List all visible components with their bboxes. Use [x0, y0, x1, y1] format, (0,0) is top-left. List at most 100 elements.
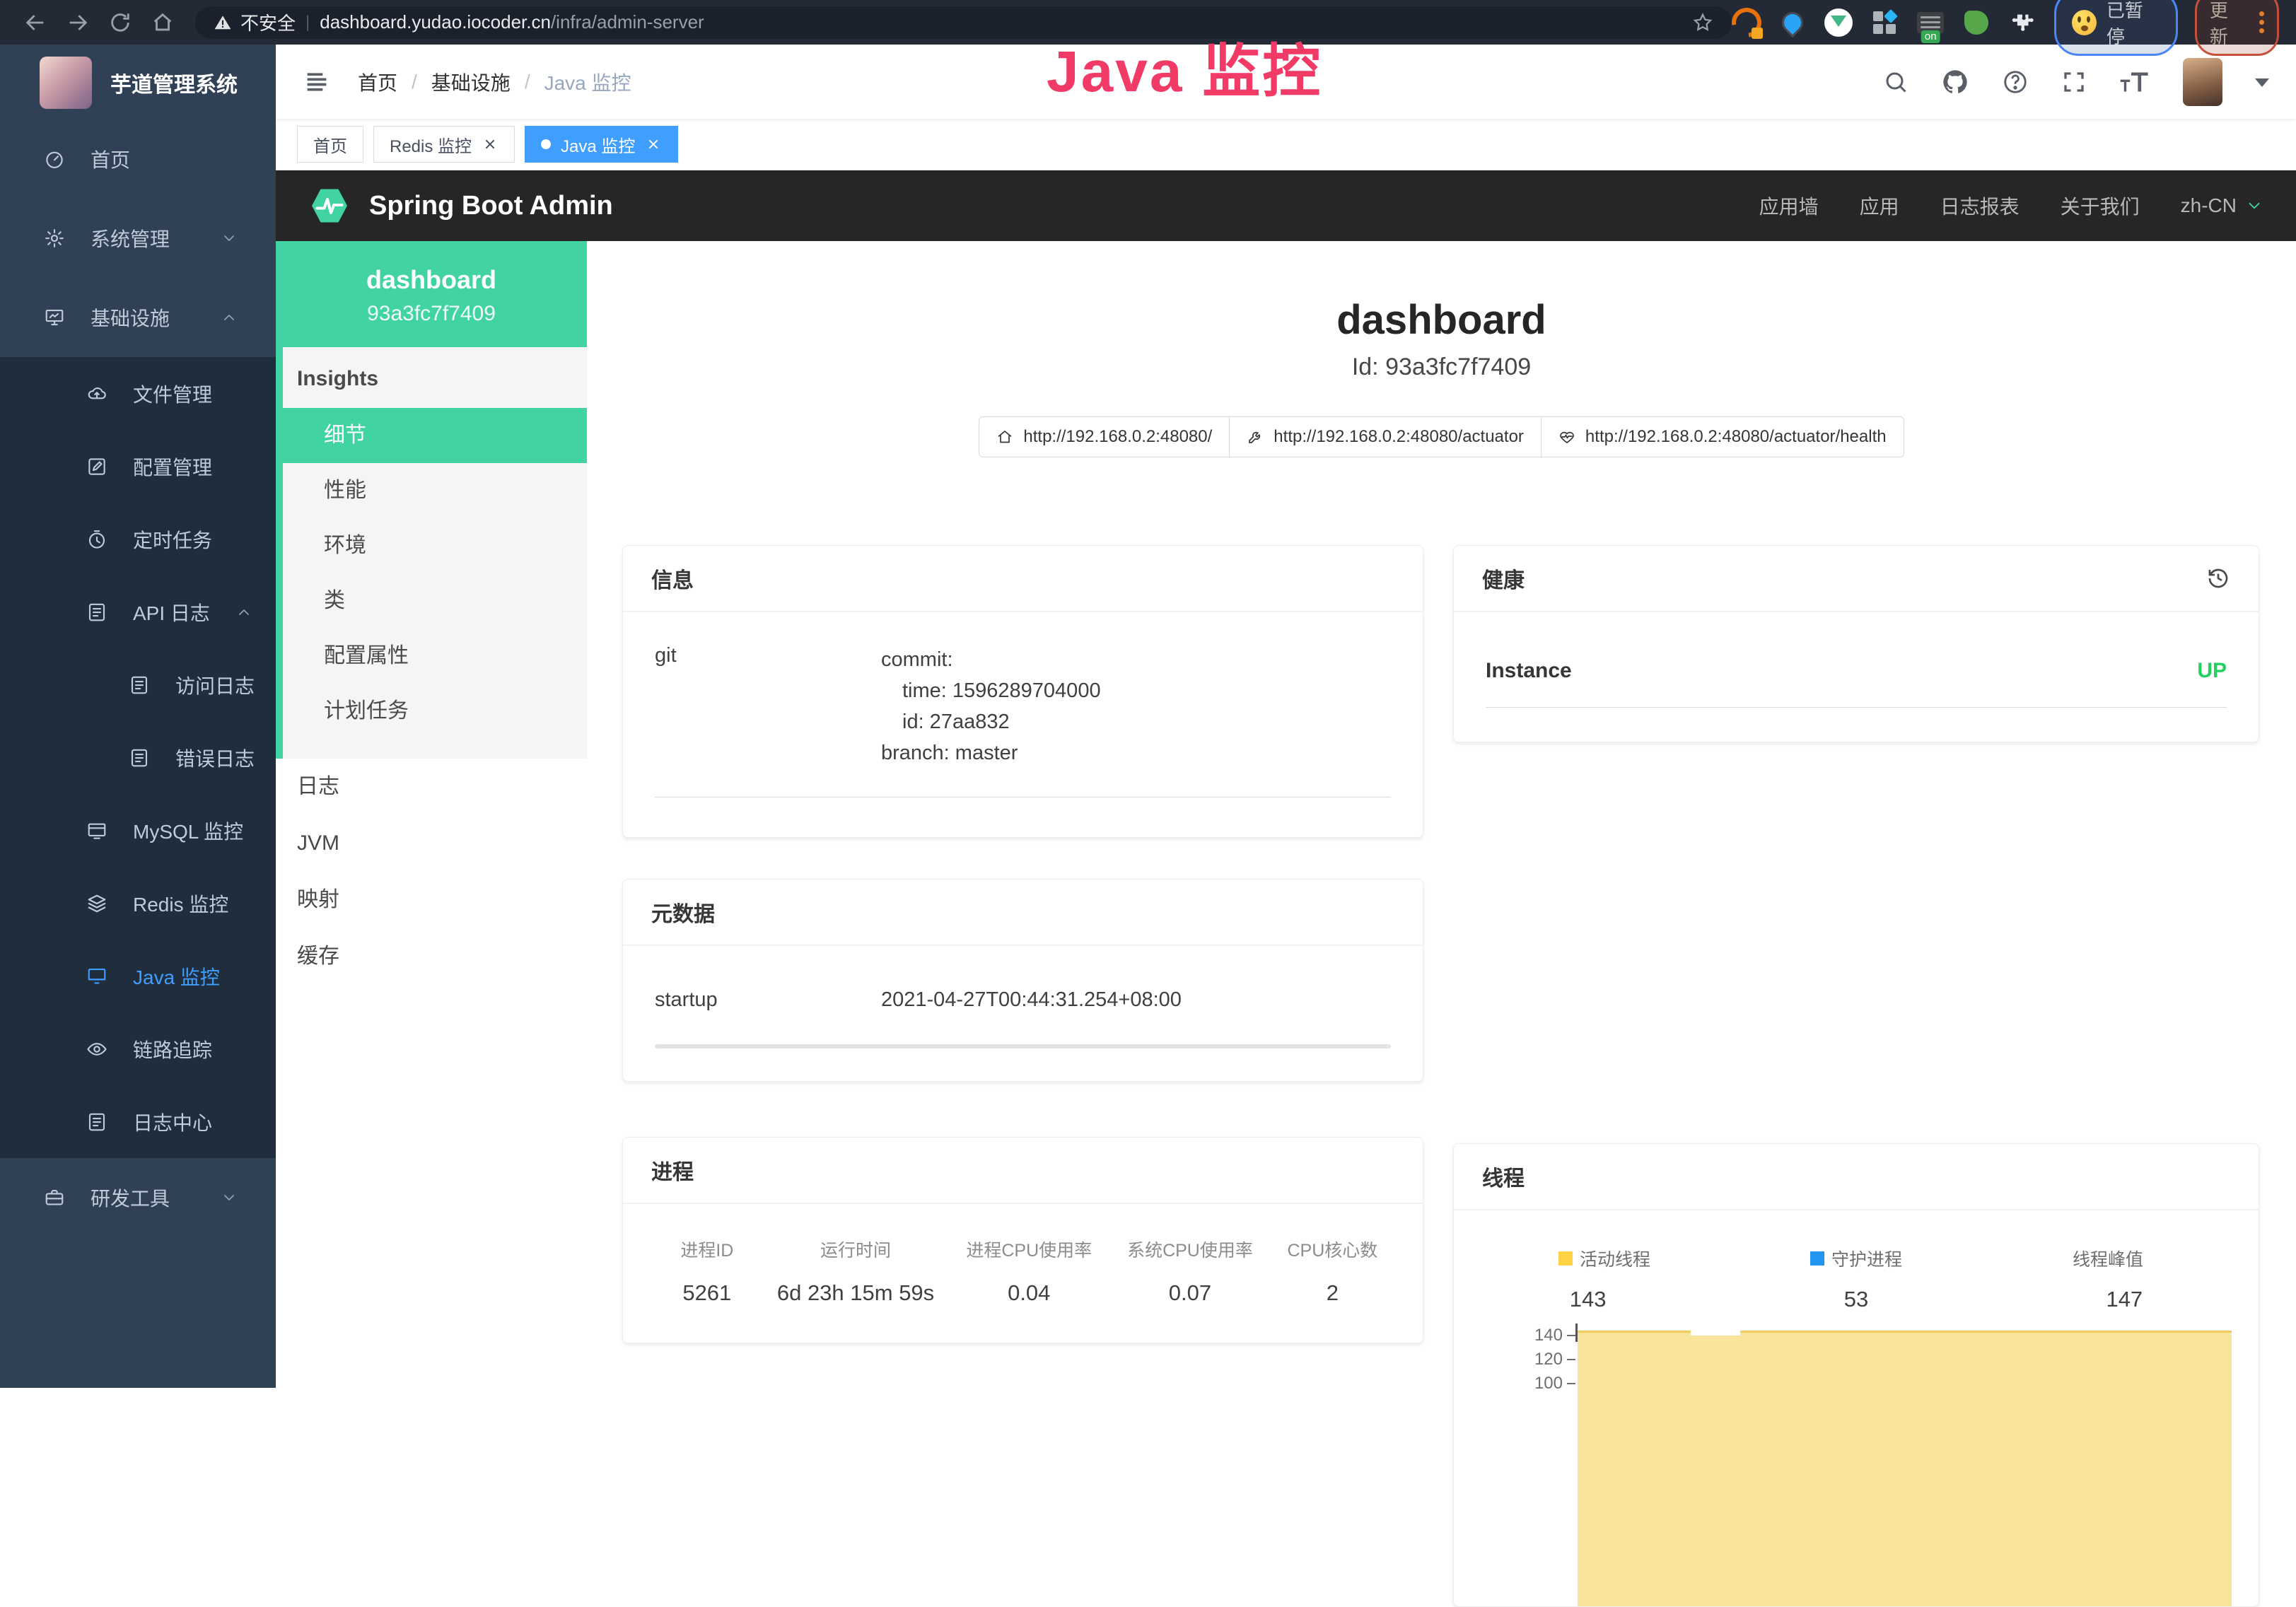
tab-close-icon[interactable]: [645, 136, 662, 153]
process-column-header: 进程ID: [651, 1237, 763, 1262]
user-avatar[interactable]: [2183, 58, 2222, 106]
sba-section-label: Insights: [283, 347, 587, 408]
legend-swatch: [1810, 1251, 1824, 1266]
gear-icon: [44, 228, 65, 249]
chevron-down-icon: [2245, 197, 2263, 215]
sidebar-item-基础设施[interactable]: 基础设施: [0, 278, 276, 357]
browser-forward-icon[interactable]: [66, 11, 90, 35]
instance-link[interactable]: http://192.168.0.2:48080/actuator/health: [1541, 416, 1904, 457]
chart-y-tick: 120: [1472, 1348, 1575, 1372]
tab-Java 监控[interactable]: Java 监控: [525, 126, 678, 163]
sidebar-item-研发工具[interactable]: 研发工具: [0, 1158, 276, 1237]
sidebar-item-访问日志[interactable]: 访问日志: [0, 648, 276, 721]
extension-sync-icon[interactable]: [1732, 8, 1761, 37]
info-line: branch: master: [881, 737, 1101, 769]
sba-menu-配置属性[interactable]: 配置属性: [283, 629, 587, 684]
github-icon[interactable]: [1941, 68, 1969, 96]
security-label: 不安全: [240, 9, 296, 35]
legend-item: 守护进程: [1730, 1246, 1982, 1271]
fullscreen-icon[interactable]: [2061, 69, 2087, 95]
tab-close-icon[interactable]: [482, 136, 499, 153]
card-health: 健康 Instance UP: [1453, 545, 2259, 742]
sba-nav-应用[interactable]: 应用: [1860, 192, 1899, 220]
page-subtitle: Id: 93a3fc7f7409: [587, 353, 2296, 381]
breadcrumb-item[interactable]: Java 监控: [544, 68, 631, 96]
breadcrumb-item[interactable]: 基础设施: [431, 68, 511, 96]
instance-links: http://192.168.0.2:48080/http://192.168.…: [587, 416, 2296, 457]
sba-locale-value: zh-CN: [2181, 194, 2237, 217]
sidebar-item-配置管理[interactable]: 配置管理: [0, 430, 276, 503]
chart-area-dip: [1691, 1331, 1740, 1336]
card-threads-title: 线程: [1482, 1161, 1525, 1192]
extension-pin-icon[interactable]: [1778, 8, 1807, 37]
extension-leaf-icon[interactable]: [1962, 8, 1991, 37]
extension-vue-devtools-icon[interactable]: [1824, 8, 1853, 37]
sba-menu-映射[interactable]: 映射: [276, 872, 587, 928]
history-icon[interactable]: [2206, 566, 2230, 590]
sba-locale-select[interactable]: zh-CN: [2181, 194, 2263, 217]
chevron-up-icon: [235, 604, 252, 621]
row-divider: [1486, 707, 2227, 708]
sba-instance-header[interactable]: dashboard 93a3fc7f7409: [276, 241, 587, 347]
sba-nav-应用墙[interactable]: 应用墙: [1759, 192, 1819, 220]
sidebar-item-MySQL 监控[interactable]: MySQL 监控: [0, 794, 276, 867]
card-metadata-title: 元数据: [651, 896, 715, 928]
sidebar-item-日志中心[interactable]: 日志中心: [0, 1085, 276, 1158]
sidebar-item-定时任务[interactable]: 定时任务: [0, 503, 276, 575]
search-icon[interactable]: [1883, 69, 1909, 95]
app-logo-avatar: [40, 57, 92, 109]
instance-link[interactable]: http://192.168.0.2:48080/actuator: [1229, 416, 1542, 457]
browser-update-button[interactable]: 更新: [2195, 0, 2279, 56]
url-host: dashboard.yudao.iocoder.cn: [320, 11, 551, 33]
chevron-down-icon: [221, 1189, 238, 1206]
sba-menu-性能[interactable]: 性能: [283, 463, 587, 518]
metadata-row-label: startup: [655, 988, 881, 1012]
cloud-upload-icon: [86, 383, 107, 404]
sidebar-item-API 日志[interactable]: API 日志: [0, 575, 276, 648]
sba-tail-menu: 日志JVM映射缓存: [276, 759, 587, 985]
sba-nav-关于我们[interactable]: 关于我们: [2061, 192, 2140, 220]
browser-reload-icon[interactable]: [108, 11, 132, 35]
sba-logo-icon: [308, 185, 351, 227]
font-size-icon[interactable]: [2119, 69, 2150, 95]
sba-menu-计划任务[interactable]: 计划任务: [283, 684, 587, 739]
sidebar-item-Redis 监控[interactable]: Redis 监控: [0, 867, 276, 940]
address-bar[interactable]: 不安全 | dashboard.yudao.iocoder.cn/infra/a…: [195, 6, 1732, 39]
sidebar-item-系统管理[interactable]: 系统管理: [0, 199, 276, 278]
extensions-puzzle-icon[interactable]: [2008, 8, 2037, 37]
sba-nav-日志报表[interactable]: 日志报表: [1940, 192, 2020, 220]
sba-menu-JVM[interactable]: JVM: [276, 815, 587, 872]
profile-emoji-icon: [2072, 10, 2097, 35]
browser-home-icon[interactable]: [151, 11, 175, 35]
tab-Redis 监控[interactable]: Redis 监控: [373, 126, 515, 163]
browser-extensions-area: on 已暂停 更新: [1732, 0, 2282, 56]
profile-paused-pill[interactable]: 已暂停: [2054, 0, 2178, 56]
browser-back-icon[interactable]: [23, 11, 47, 35]
sidebar-item-文件管理[interactable]: 文件管理: [0, 357, 276, 430]
sba-menu-环境[interactable]: 环境: [283, 518, 587, 573]
sba-brand: Spring Boot Admin: [369, 191, 613, 221]
bookmark-star-icon[interactable]: [1692, 12, 1713, 33]
help-icon[interactable]: [2002, 69, 2029, 95]
health-instance-label: Instance: [1486, 659, 1572, 683]
breadcrumb-item[interactable]: 首页: [358, 68, 397, 96]
hamburger-icon[interactable]: [303, 68, 331, 96]
sidebar-item-首页[interactable]: 首页: [0, 119, 276, 199]
sidebar-item-Java 监控[interactable]: Java 监控: [0, 940, 276, 1012]
instance-link[interactable]: http://192.168.0.2:48080/: [979, 416, 1230, 457]
user-menu-caret-icon[interactable]: [2255, 78, 2269, 94]
extension-grid-icon[interactable]: [1870, 8, 1899, 37]
sba-menu-细节[interactable]: 细节: [276, 408, 587, 463]
sba-menu-类[interactable]: 类: [283, 573, 587, 629]
sba-menu-缓存[interactable]: 缓存: [276, 928, 587, 985]
tab-首页[interactable]: 首页: [297, 126, 363, 163]
extension-switch-icon[interactable]: on: [1916, 8, 1945, 37]
app-logo-row[interactable]: 芋道管理系统: [0, 45, 276, 119]
sidebar-item-链路追踪[interactable]: 链路追踪: [0, 1012, 276, 1085]
sidebar-item-错误日志[interactable]: 错误日志: [0, 721, 276, 794]
sba-menu-日志[interactable]: 日志: [276, 759, 587, 815]
process-cell-value: 0.04: [948, 1262, 1109, 1306]
active-tab-dot: [541, 139, 551, 149]
sba-insights-group: Insights 细节性能环境类配置属性计划任务: [276, 347, 587, 759]
browser-menu-icon[interactable]: [2255, 11, 2264, 33]
